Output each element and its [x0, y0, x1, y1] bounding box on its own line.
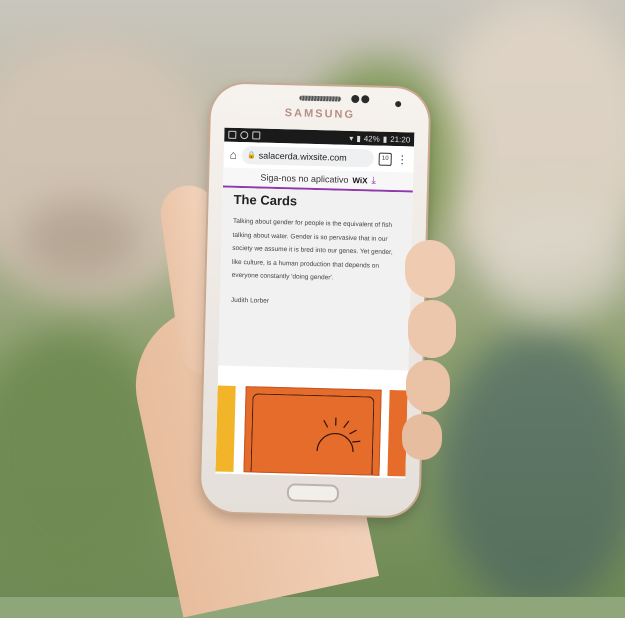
hand-finger — [408, 300, 456, 358]
wix-logo: WiX — [352, 175, 367, 184]
chat-notification-icon — [252, 131, 260, 139]
banner-text: Siga-nos no aplicativo — [260, 173, 348, 185]
tab-switcher-button[interactable]: 10 — [379, 152, 392, 165]
phone-screen: ▾ ▮ 42% ▮ 21:20 ⌂ 🔒 salacerda.wixsite.co… — [215, 128, 414, 479]
front-camera-icon — [395, 101, 401, 107]
home-button[interactable] — [287, 483, 339, 502]
lock-icon: 🔒 — [247, 151, 256, 159]
smartphone: SAMSUNG ▾ ▮ 42% ▮ 21:20 ⌂ 🔒 salacerda.wi… — [200, 83, 429, 517]
sensor-icon — [351, 95, 359, 103]
hand-finger — [405, 240, 455, 298]
speaker-grille — [299, 96, 341, 102]
page-title: The Cards — [233, 192, 401, 211]
battery-icon: ▮ — [383, 134, 388, 143]
cards-carousel[interactable] — [215, 385, 407, 476]
signal-icon: ▮ — [356, 134, 361, 143]
clock: 21:20 — [390, 134, 410, 144]
home-icon[interactable]: ⌂ — [230, 148, 238, 162]
sun-illustration-icon — [307, 411, 368, 453]
quote-text: Talking about gender for people is the e… — [231, 215, 401, 287]
sensor-icon — [361, 95, 369, 103]
url-text: salacerda.wixsite.com — [259, 150, 347, 162]
tab-count: 10 — [382, 156, 389, 162]
quote-author: Judith Lorber — [231, 296, 399, 307]
instagram-notification-icon — [240, 131, 248, 139]
gallery-notification-icon — [228, 131, 236, 139]
address-bar[interactable]: 🔒 salacerda.wixsite.com — [242, 146, 374, 167]
wifi-icon: ▾ — [349, 133, 353, 142]
phone-brand: SAMSUNG — [211, 105, 429, 123]
download-icon[interactable]: ⤓ — [371, 175, 376, 186]
hand-finger — [406, 360, 450, 412]
page-content: The Cards Talking about gender for peopl… — [218, 188, 413, 371]
overflow-menu-icon[interactable]: ⋮ — [397, 153, 408, 166]
battery-percent: 42% — [364, 134, 380, 143]
card-thumbnail[interactable] — [215, 385, 235, 471]
card-thumbnail[interactable] — [243, 386, 381, 476]
hand-finger — [402, 414, 442, 460]
